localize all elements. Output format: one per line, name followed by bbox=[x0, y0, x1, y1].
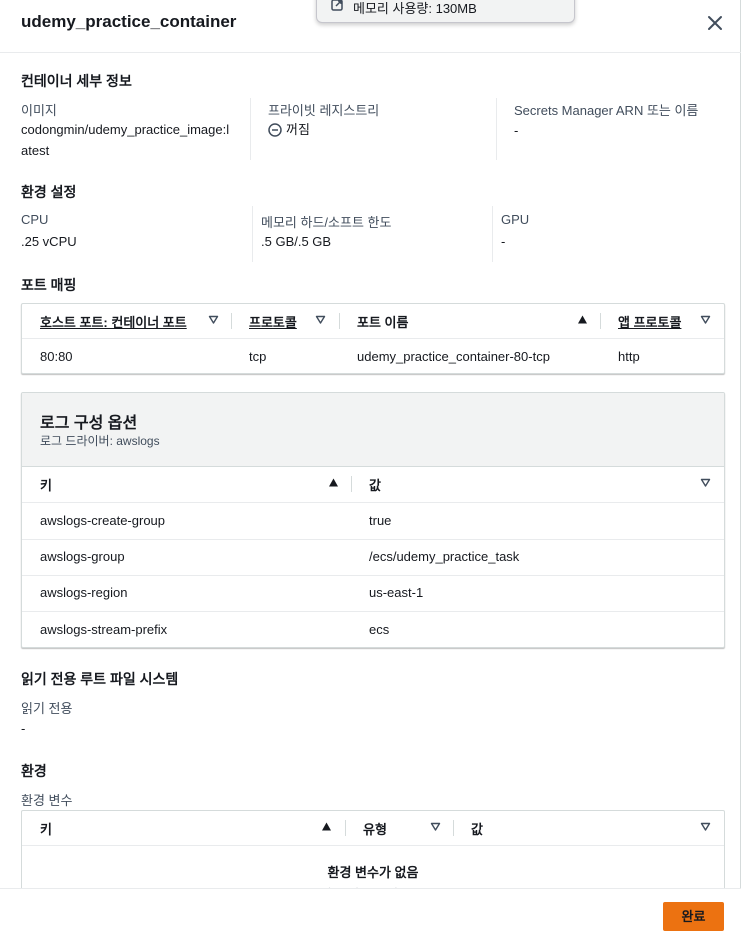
column-header-value[interactable]: 값 bbox=[471, 819, 483, 838]
minus-circle-icon bbox=[268, 123, 282, 137]
divider bbox=[252, 206, 253, 262]
container-details-heading: 컨테이너 세부 정보 bbox=[21, 73, 132, 89]
port-mapping-table: 호스트 포트: 컨테이너 포트 프로토콜 포트 이름 앱 프로토콜 80:80 … bbox=[21, 303, 725, 374]
cpu-value: .25 vCPU bbox=[21, 234, 77, 249]
readonly-label: 읽기 전용 bbox=[21, 701, 73, 716]
gpu-label: GPU bbox=[501, 212, 530, 227]
cell-value: true bbox=[369, 513, 392, 528]
log-driver-text: 로그 드라이버: awslogs bbox=[40, 434, 160, 448]
sort-down-icon[interactable] bbox=[700, 821, 711, 832]
cpu-label: CPU bbox=[21, 212, 49, 227]
cell-key: awslogs-region bbox=[40, 585, 128, 600]
port-mapping-heading: 포트 매핑 bbox=[21, 277, 77, 293]
sort-up-icon[interactable] bbox=[577, 314, 588, 325]
column-header-protocol[interactable]: 프로토콜 bbox=[249, 312, 297, 331]
gpu-value: - bbox=[501, 234, 506, 249]
column-divider bbox=[345, 820, 346, 836]
column-header-key[interactable]: 키 bbox=[40, 475, 52, 494]
secrets-value: - bbox=[514, 123, 519, 138]
column-header-type[interactable]: 유형 bbox=[363, 819, 387, 838]
sort-down-icon[interactable] bbox=[315, 314, 326, 325]
image-value-line1: codongmin/udemy_practice_image:l bbox=[21, 122, 230, 137]
table-row: awslogs-region us-east-1 bbox=[22, 575, 724, 612]
table-header: 키 유형 값 bbox=[22, 811, 724, 846]
cell-value: ecs bbox=[369, 622, 390, 637]
readonly-value: - bbox=[21, 721, 26, 736]
cell-key: awslogs-stream-prefix bbox=[40, 622, 168, 637]
table-row: awslogs-create-group true bbox=[22, 503, 724, 540]
log-config-header: 로그 구성 옵션 로그 드라이버: awslogs bbox=[22, 393, 724, 467]
sort-down-icon[interactable] bbox=[700, 477, 711, 488]
column-divider bbox=[453, 820, 454, 836]
table-row: awslogs-group /ecs/udemy_practice_task bbox=[22, 539, 724, 576]
empty-state-title: 환경 변수가 없음 bbox=[327, 865, 419, 880]
env-vars-label: 환경 변수 bbox=[21, 793, 73, 808]
environment-heading: 환경 bbox=[21, 763, 47, 779]
external-link-icon bbox=[331, 0, 343, 11]
image-label: 이미지 bbox=[21, 103, 57, 118]
divider bbox=[250, 98, 251, 160]
column-header-value[interactable]: 값 bbox=[369, 475, 381, 494]
memory-value: .5 GB/.5 GB bbox=[261, 234, 332, 249]
memory-usage-tooltip: 메모리 사용량: 130MB bbox=[316, 0, 575, 23]
cell-key: awslogs-create-group bbox=[40, 513, 166, 528]
column-header-key[interactable]: 키 bbox=[40, 819, 52, 838]
sort-down-icon[interactable] bbox=[208, 314, 219, 325]
divider bbox=[496, 98, 497, 160]
divider bbox=[492, 206, 493, 262]
done-button[interactable]: 완료 bbox=[663, 902, 724, 931]
modal-title: udemy_practice_container bbox=[21, 12, 237, 31]
sort-up-icon[interactable] bbox=[321, 821, 332, 832]
column-divider bbox=[600, 313, 601, 329]
secrets-label: Secrets Manager ARN 또는 이름 bbox=[514, 103, 699, 118]
modal-footer: 완료 bbox=[0, 888, 741, 937]
image-value-line2: atest bbox=[21, 143, 50, 158]
column-header-port-name[interactable]: 포트 이름 bbox=[357, 312, 408, 331]
sort-down-icon[interactable] bbox=[700, 314, 711, 325]
cell-protocol: tcp bbox=[249, 349, 267, 364]
column-header-app-protocol[interactable]: 앱 프로토콜 bbox=[618, 312, 681, 331]
log-config-heading: 로그 구성 옵션 bbox=[40, 415, 138, 432]
log-config-container: 로그 구성 옵션 로그 드라이버: awslogs 키 값 awslogs-cr… bbox=[21, 392, 725, 648]
cell-key: awslogs-group bbox=[40, 549, 125, 564]
column-divider bbox=[231, 313, 232, 329]
table-header: 키 값 bbox=[22, 467, 724, 503]
cell-value: us-east-1 bbox=[369, 585, 424, 600]
table-row: 80:80 tcp udemy_practice_container-80-tc… bbox=[22, 339, 724, 373]
container-details-modal: udemy_practice_container 메모리 사용량: 130MB … bbox=[0, 0, 741, 937]
registry-value: 꺼짐 bbox=[286, 122, 310, 137]
column-divider bbox=[351, 476, 352, 492]
cell-host-port: 80:80 bbox=[40, 349, 73, 364]
close-icon[interactable] bbox=[704, 12, 726, 34]
cell-value: /ecs/udemy_practice_task bbox=[369, 549, 520, 564]
cell-port-name: udemy_practice_container-80-tcp bbox=[357, 349, 550, 364]
environment-settings-heading: 환경 설정 bbox=[21, 184, 77, 200]
table-row: awslogs-stream-prefix ecs bbox=[22, 612, 724, 647]
tooltip-text: 메모리 사용량: 130MB bbox=[353, 1, 477, 16]
memory-label: 메모리 하드/소프트 한도 bbox=[261, 215, 392, 230]
registry-label: 프라이빗 레지스트리 bbox=[268, 103, 380, 118]
cell-app-protocol: http bbox=[618, 349, 640, 364]
column-divider bbox=[339, 313, 340, 329]
sort-down-icon[interactable] bbox=[430, 821, 441, 832]
sort-up-icon[interactable] bbox=[328, 477, 339, 488]
table-header: 호스트 포트: 컨테이너 포트 프로토콜 포트 이름 앱 프로토콜 bbox=[22, 304, 724, 339]
column-header-host-port[interactable]: 호스트 포트: 컨테이너 포트 bbox=[40, 312, 187, 331]
readonly-fs-heading: 읽기 전용 루트 파일 시스템 bbox=[21, 671, 179, 687]
